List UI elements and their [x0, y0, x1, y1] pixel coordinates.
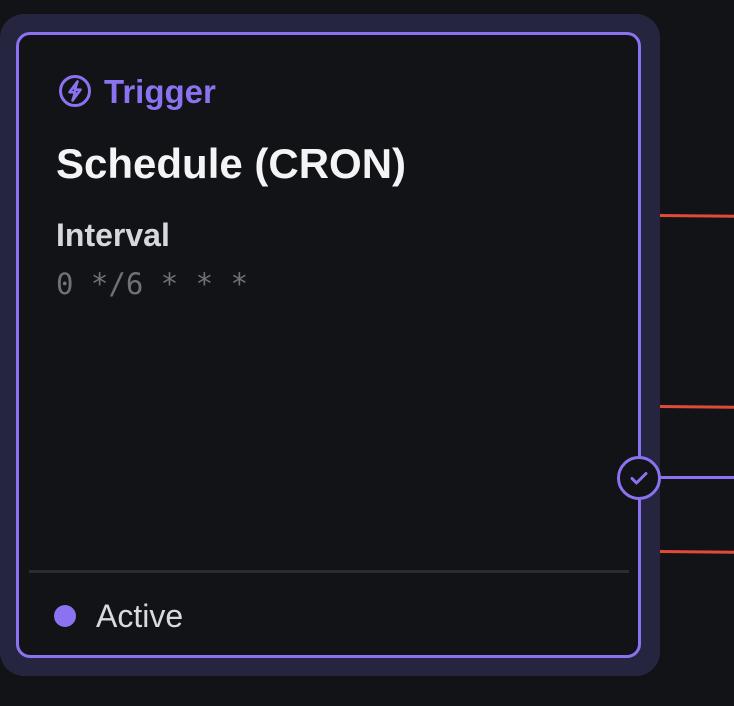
- interval-field-value: 0 */6 * * *: [56, 267, 249, 301]
- trigger-label: Trigger: [104, 72, 216, 110]
- node-category-label: Trigger: [58, 74, 216, 108]
- status-row: Active: [54, 600, 183, 632]
- schedule-node-card[interactable]: [16, 32, 641, 658]
- node-divider: [29, 570, 629, 573]
- bolt-icon: [59, 75, 91, 107]
- output-handle[interactable]: [617, 456, 661, 500]
- workflow-canvas: Trigger Schedule (CRON) Interval 0 */6 *…: [0, 0, 734, 706]
- status-dot: [54, 605, 76, 627]
- check-icon: [630, 472, 648, 485]
- outgoing-connector-line: [660, 476, 734, 479]
- node-title: Schedule (CRON): [56, 140, 407, 187]
- status-label: Active: [96, 598, 184, 634]
- interval-field-label: Interval: [56, 217, 170, 253]
